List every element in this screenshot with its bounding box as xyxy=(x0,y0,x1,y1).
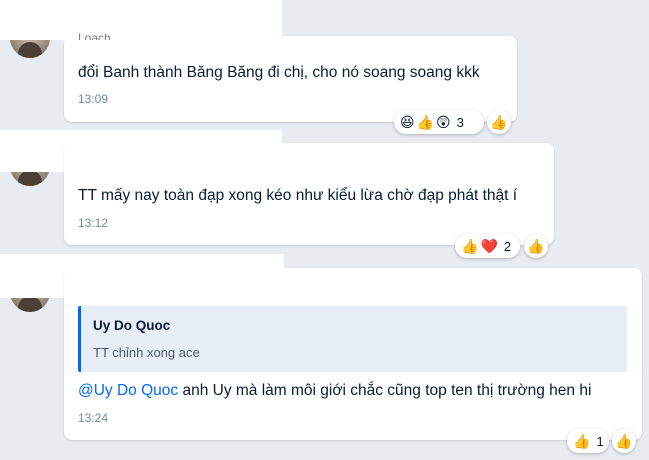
reaction-summary[interactable]: 😆 👍 😲 3 xyxy=(394,110,484,134)
reaction-count: 1 xyxy=(596,433,604,449)
react-like-button[interactable]: 👍 xyxy=(524,234,548,258)
wow-emoji-icon: 😲 xyxy=(436,114,451,130)
quoted-sender-name: Uy Do Quoc xyxy=(93,318,171,333)
message-text: TT mấy nay toàn đạp xong kéo như kiểu lừ… xyxy=(78,187,518,204)
redacted-avatar-top xyxy=(0,0,282,40)
message-body: anh Uy mà làm môi giới chắc cũng top ten… xyxy=(178,382,592,399)
quoted-text: TT chỉnh xong ace xyxy=(93,345,200,360)
sender-name: Loach xyxy=(78,32,111,40)
message-time: 13:12 xyxy=(78,216,109,230)
message-bubble[interactable]: TT mấy nay toàn đạp xong kéo như kiểu lừ… xyxy=(64,143,554,245)
reaction-count: 2 xyxy=(503,238,512,254)
message-text: @Uy Do Quoc anh Uy mà làm môi giới chắc … xyxy=(78,382,591,400)
message-bubble[interactable]: Uy Do Quoc TT chỉnh xong ace @Uy Do Quoc… xyxy=(64,268,642,440)
message-time: 13:24 xyxy=(78,411,109,425)
message-text: đổi Banh thành Băng Băng đi chị, cho nó … xyxy=(78,64,480,81)
thumbs-up-emoji-icon: 👍 xyxy=(573,433,591,449)
reaction-count: 3 xyxy=(456,114,464,130)
react-like-button[interactable]: 👍 xyxy=(612,429,636,453)
react-like-button[interactable]: 👍 xyxy=(487,110,511,134)
laugh-emoji-icon: 😆 xyxy=(400,114,415,130)
reaction-summary[interactable]: 👍 ❤️ 2 xyxy=(455,234,520,258)
heart-emoji-icon: ❤️ xyxy=(480,238,498,254)
message-time: 13:09 xyxy=(78,92,109,106)
thumbs-up-icon: 👍 xyxy=(527,237,545,254)
mention-link[interactable]: @Uy Do Quoc xyxy=(78,382,178,399)
thumbs-up-emoji-icon: 👍 xyxy=(461,238,479,254)
quoted-message[interactable]: Uy Do Quoc TT chỉnh xong ace xyxy=(78,306,627,372)
thumbs-up-emoji-icon: 👍 xyxy=(416,114,435,130)
thumbs-up-icon: 👍 xyxy=(615,432,633,449)
thumbs-up-icon: 👍 xyxy=(490,113,508,130)
reaction-summary[interactable]: 👍 1 xyxy=(567,429,609,453)
